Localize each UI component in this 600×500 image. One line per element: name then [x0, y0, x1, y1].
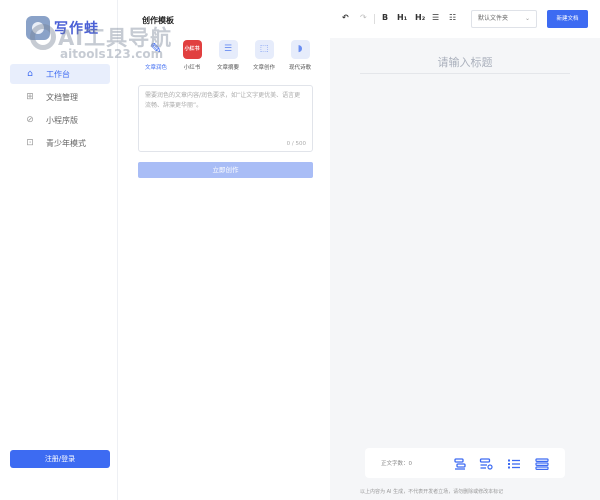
sidebar-item-miniprogram[interactable]: ⊘ 小程序版	[10, 110, 110, 130]
sidebar: 写作蛙 ⌂ 工作台 ⊞ 文档管理 ⊘ 小程序版 ⊡ 青少年模式 注册/登录	[0, 0, 118, 500]
folder-select-value: 默认文件夹	[478, 15, 509, 22]
summary-icon: ☰	[218, 40, 238, 59]
editor-area: 正文字数：0 以上内容为 AI 生成，不代表开发者立场，请勿删除或修改本标记	[330, 38, 600, 500]
list-icon[interactable]	[507, 456, 521, 470]
template-list: ✎ 文章润色 小红书 小红书 ☰ 文章摘要 ⬚ 文章创作 ◗ 现代诗歌	[138, 40, 318, 74]
detailed-list-icon[interactable]	[535, 456, 549, 471]
sidebar-item-label: 小程序版	[46, 115, 78, 125]
frog-logo-icon	[26, 16, 50, 40]
prompt-placeholder: 需要润色的文章内容/润色要求，如“让文字更优美、语言更流畅、辞藻更华丽”。	[145, 92, 301, 109]
panel-title: 创作模板	[142, 16, 174, 25]
poetry-icon: ◗	[290, 40, 310, 59]
sidebar-item-label: 工作台	[46, 69, 70, 79]
login-button[interactable]: 注册/登录	[10, 450, 110, 468]
heading2-button[interactable]: H₂	[415, 13, 425, 22]
template-label: 现代诗歌	[288, 65, 311, 71]
ordered-list-icon[interactable]: ☷	[449, 13, 456, 22]
new-document-button[interactable]: 新建文档	[547, 10, 588, 28]
miniprogram-icon: ⊘	[26, 115, 34, 125]
redo-icon[interactable]: ↷	[360, 13, 367, 22]
editor-toolbar: ↶ ↷ B H₁ H₂ ☰ ☷ 默认文件夹 ⌄ 新建文档	[330, 0, 600, 38]
outline-icon[interactable]	[453, 456, 467, 470]
document-grid-icon: ⊞	[26, 92, 34, 102]
toolbar-divider	[374, 14, 375, 24]
template-label: 文章润色	[144, 65, 167, 71]
sidebar-item-documents[interactable]: ⊞ 文档管理	[10, 87, 110, 107]
template-panel: 创作模板 ✎ 文章润色 小红书 小红书 ☰ 文章摘要 ⬚ 文章创作 ◗ 现代诗歌…	[118, 0, 330, 500]
bold-button[interactable]: B	[382, 13, 388, 22]
word-count: 正文字数：0	[381, 459, 412, 467]
chevron-down-icon: ⌄	[524, 15, 530, 22]
ai-disclaimer: 以上内容为 AI 生成，不代表开发者立场，请勿删除或修改本标记	[360, 489, 504, 495]
template-polish[interactable]: ✎ 文章润色	[138, 40, 174, 74]
sidebar-item-youth-mode[interactable]: ⊡ 青少年模式	[10, 133, 110, 153]
create-now-button[interactable]: 立即创作	[138, 162, 313, 178]
bullet-list-icon[interactable]: ☰	[432, 13, 439, 22]
template-label: 文章创作	[252, 65, 275, 71]
template-label: 小红书	[183, 65, 201, 71]
heading1-button[interactable]: H₁	[397, 13, 407, 22]
word-count-label: 正文字数：	[381, 461, 409, 467]
sidebar-item-workbench[interactable]: ⌂ 工作台	[10, 64, 110, 84]
xiaohongshu-icon: 小红书	[182, 40, 202, 59]
editor-stats-bar: 正文字数：0	[365, 448, 565, 478]
prompt-textarea[interactable]: 需要润色的文章内容/润色要求，如“让文字更优美、语言更流畅、辞藻更华丽”。 0 …	[138, 85, 313, 152]
logo-text: 写作蛙	[54, 21, 99, 37]
create-icon: ⬚	[254, 40, 274, 59]
sidebar-item-label: 青少年模式	[46, 138, 86, 148]
title-input[interactable]	[360, 52, 570, 74]
sidebar-nav: ⌂ 工作台 ⊞ 文档管理 ⊘ 小程序版 ⊡ 青少年模式	[10, 64, 110, 156]
template-summary[interactable]: ☰ 文章摘要	[210, 40, 246, 74]
sidebar-item-label: 文档管理	[46, 92, 78, 102]
undo-icon[interactable]: ↶	[342, 13, 349, 22]
app-logo[interactable]: 写作蛙	[26, 12, 118, 56]
folder-select[interactable]: 默认文件夹 ⌄	[471, 10, 537, 28]
home-icon: ⌂	[27, 69, 33, 79]
settings-list-icon[interactable]	[479, 456, 493, 470]
template-xiaohongshu[interactable]: 小红书 小红书	[174, 40, 210, 74]
template-label: 文章摘要	[216, 65, 239, 71]
template-create[interactable]: ⬚ 文章创作	[246, 40, 282, 74]
youth-mode-icon: ⊡	[26, 138, 34, 148]
char-count: 0 / 500	[286, 141, 306, 147]
word-count-value: 0	[408, 461, 413, 467]
template-poetry[interactable]: ◗ 现代诗歌	[282, 40, 318, 74]
pen-icon: ✎	[150, 41, 162, 57]
